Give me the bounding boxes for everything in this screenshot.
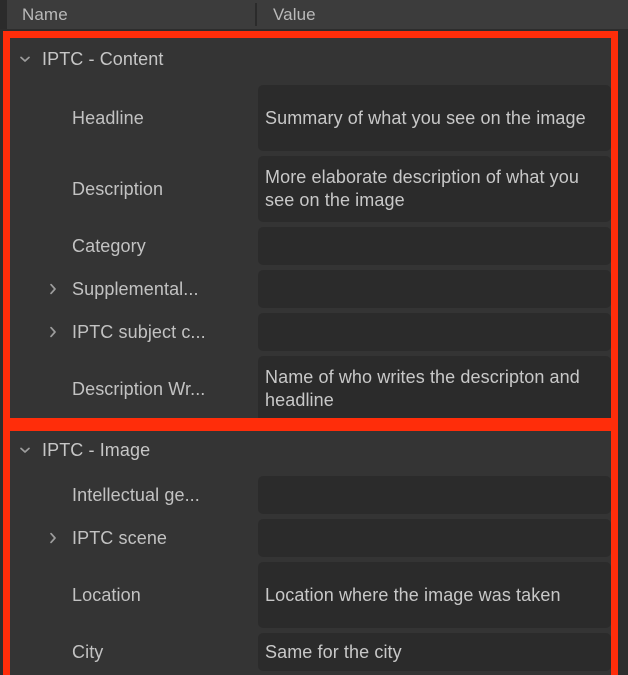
- column-header-name[interactable]: Name: [22, 0, 68, 29]
- tree-group-row-iptc-image[interactable]: IPTC - Image: [10, 429, 611, 471]
- value-text: Same for the city: [265, 641, 402, 662]
- value-field-city[interactable]: Same for the city: [258, 633, 611, 671]
- tree-row-intellectual-genre[interactable]: Intellectual ge...: [10, 476, 611, 514]
- tree-row-description-writer[interactable]: Description Wr... Name of who writes the …: [10, 356, 611, 422]
- chevron-right-icon[interactable]: [44, 323, 62, 341]
- value-field-location[interactable]: Location where the image was taken: [258, 562, 611, 628]
- value-field-description[interactable]: More elaborate description of what you s…: [258, 156, 611, 222]
- value-text: Summary of what you see on the image: [265, 107, 586, 128]
- column-divider[interactable]: [255, 3, 257, 26]
- tree-row-label: Headline: [72, 107, 144, 128]
- value-text: Name of who writes the descripton and he…: [265, 367, 580, 410]
- tree-row-label: Description Wr...: [72, 378, 206, 399]
- tree-group-label: IPTC - Image: [42, 439, 151, 460]
- tree-group-row-iptc-content[interactable]: IPTC - Content: [10, 38, 611, 80]
- tree-group-label: IPTC - Content: [42, 48, 164, 69]
- value-field-headline[interactable]: Summary of what you see on the image: [258, 85, 611, 151]
- chevron-down-icon[interactable]: [16, 441, 34, 459]
- tree-row-headline[interactable]: Headline Summary of what you see on the i…: [10, 85, 611, 151]
- tree-row-label: Intellectual ge...: [72, 484, 200, 505]
- table-header: Name Value: [0, 0, 628, 29]
- metadata-tree[interactable]: IPTC - Content Headline Summary of what yo…: [10, 38, 611, 675]
- value-text: More elaborate description of what you s…: [265, 167, 579, 210]
- tree-row-label: City: [72, 641, 104, 662]
- tree-row-category[interactable]: Category: [10, 227, 611, 265]
- tree-row-location[interactable]: Location Location where the image was tak…: [10, 562, 611, 628]
- chevron-right-icon[interactable]: [44, 280, 62, 298]
- chevron-right-icon[interactable]: [44, 529, 62, 547]
- value-field-supplemental-categories[interactable]: [258, 270, 611, 308]
- tree-row-iptc-scene[interactable]: IPTC scene: [10, 519, 611, 557]
- value-text: Location where the image was taken: [265, 584, 561, 605]
- metadata-properties-panel: Name Value IPTC - Content Headline Summary…: [0, 0, 628, 675]
- value-field-category[interactable]: [258, 227, 611, 265]
- tree-row-label: IPTC scene: [72, 527, 168, 548]
- value-field-intellectual-genre[interactable]: [258, 476, 611, 514]
- tree-row-iptc-subject-code[interactable]: IPTC subject c...: [10, 313, 611, 351]
- column-header-value[interactable]: Value: [273, 0, 316, 29]
- row-gap: [10, 671, 611, 675]
- tree-row-city[interactable]: City Same for the city: [10, 633, 611, 671]
- value-field-description-writer[interactable]: Name of who writes the descripton and he…: [258, 356, 611, 422]
- tree-row-supplemental-categories[interactable]: Supplemental...: [10, 270, 611, 308]
- tree-row-label: IPTC subject c...: [72, 321, 206, 342]
- value-field-iptc-subject-code[interactable]: [258, 313, 611, 351]
- tree-row-label: Supplemental...: [72, 278, 199, 299]
- tree-row-label: Description: [72, 178, 164, 199]
- tree-row-label: Category: [72, 235, 146, 256]
- value-field-iptc-scene[interactable]: [258, 519, 611, 557]
- tree-row-label: Location: [72, 584, 141, 605]
- tree-row-description[interactable]: Description More elaborate description of…: [10, 156, 611, 222]
- chevron-down-icon[interactable]: [16, 50, 34, 68]
